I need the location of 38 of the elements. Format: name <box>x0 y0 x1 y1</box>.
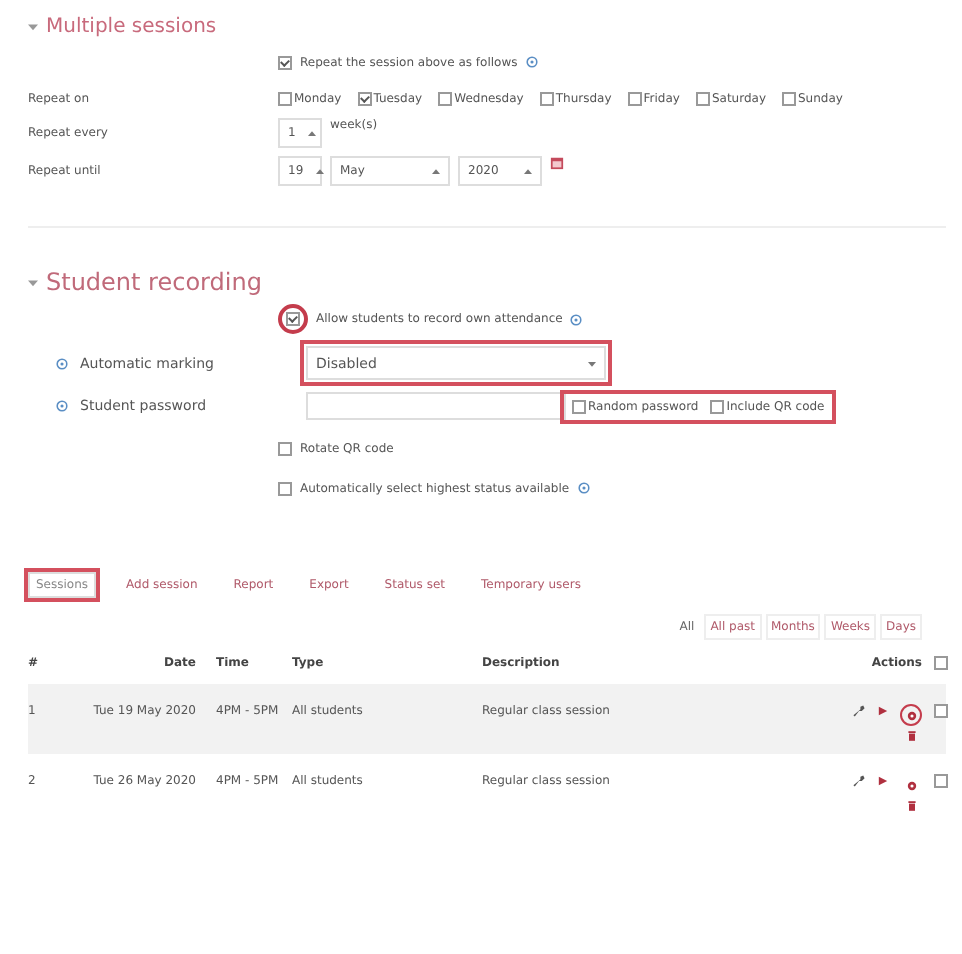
play-icon[interactable] <box>876 774 890 788</box>
checkbox[interactable] <box>539 91 554 105</box>
help-icon[interactable] <box>56 357 68 369</box>
checkbox[interactable] <box>695 91 710 105</box>
checkbox[interactable] <box>278 304 308 334</box>
wrench-icon[interactable] <box>852 774 866 788</box>
checkbox[interactable] <box>278 91 292 105</box>
caret-icon <box>315 167 324 175</box>
play-icon[interactable] <box>876 704 890 718</box>
help-icon[interactable] <box>56 400 68 412</box>
caret-icon <box>432 167 440 175</box>
row-checkbox[interactable] <box>933 774 947 788</box>
checkbox[interactable] <box>278 481 292 495</box>
section-title: Student recording <box>46 268 262 296</box>
select-all-checkbox[interactable] <box>933 655 947 669</box>
caret-icon <box>588 359 596 367</box>
checkbox[interactable] <box>438 91 453 105</box>
trash-icon[interactable] <box>905 730 917 742</box>
wrench-icon[interactable] <box>852 704 866 718</box>
checkbox[interactable] <box>782 91 796 105</box>
caret-icon <box>524 167 532 175</box>
collapse-icon[interactable] <box>28 277 38 287</box>
help-icon[interactable] <box>570 313 583 325</box>
help-icon[interactable] <box>577 482 590 494</box>
checkbox[interactable] <box>357 91 372 105</box>
calendar-icon[interactable] <box>550 156 564 170</box>
help-icon[interactable] <box>525 56 538 68</box>
caret-icon <box>307 129 316 137</box>
checkbox[interactable] <box>710 399 725 413</box>
row-checkbox[interactable] <box>933 704 947 718</box>
collapse-icon[interactable] <box>28 22 38 32</box>
checkbox[interactable] <box>627 91 642 105</box>
trash-icon[interactable] <box>905 800 917 812</box>
section-title: Multiple sessions <box>46 16 217 38</box>
password-field[interactable] <box>306 392 566 420</box>
checkbox[interactable] <box>572 399 586 413</box>
checkbox[interactable] <box>278 441 292 455</box>
checkbox[interactable] <box>278 55 292 69</box>
